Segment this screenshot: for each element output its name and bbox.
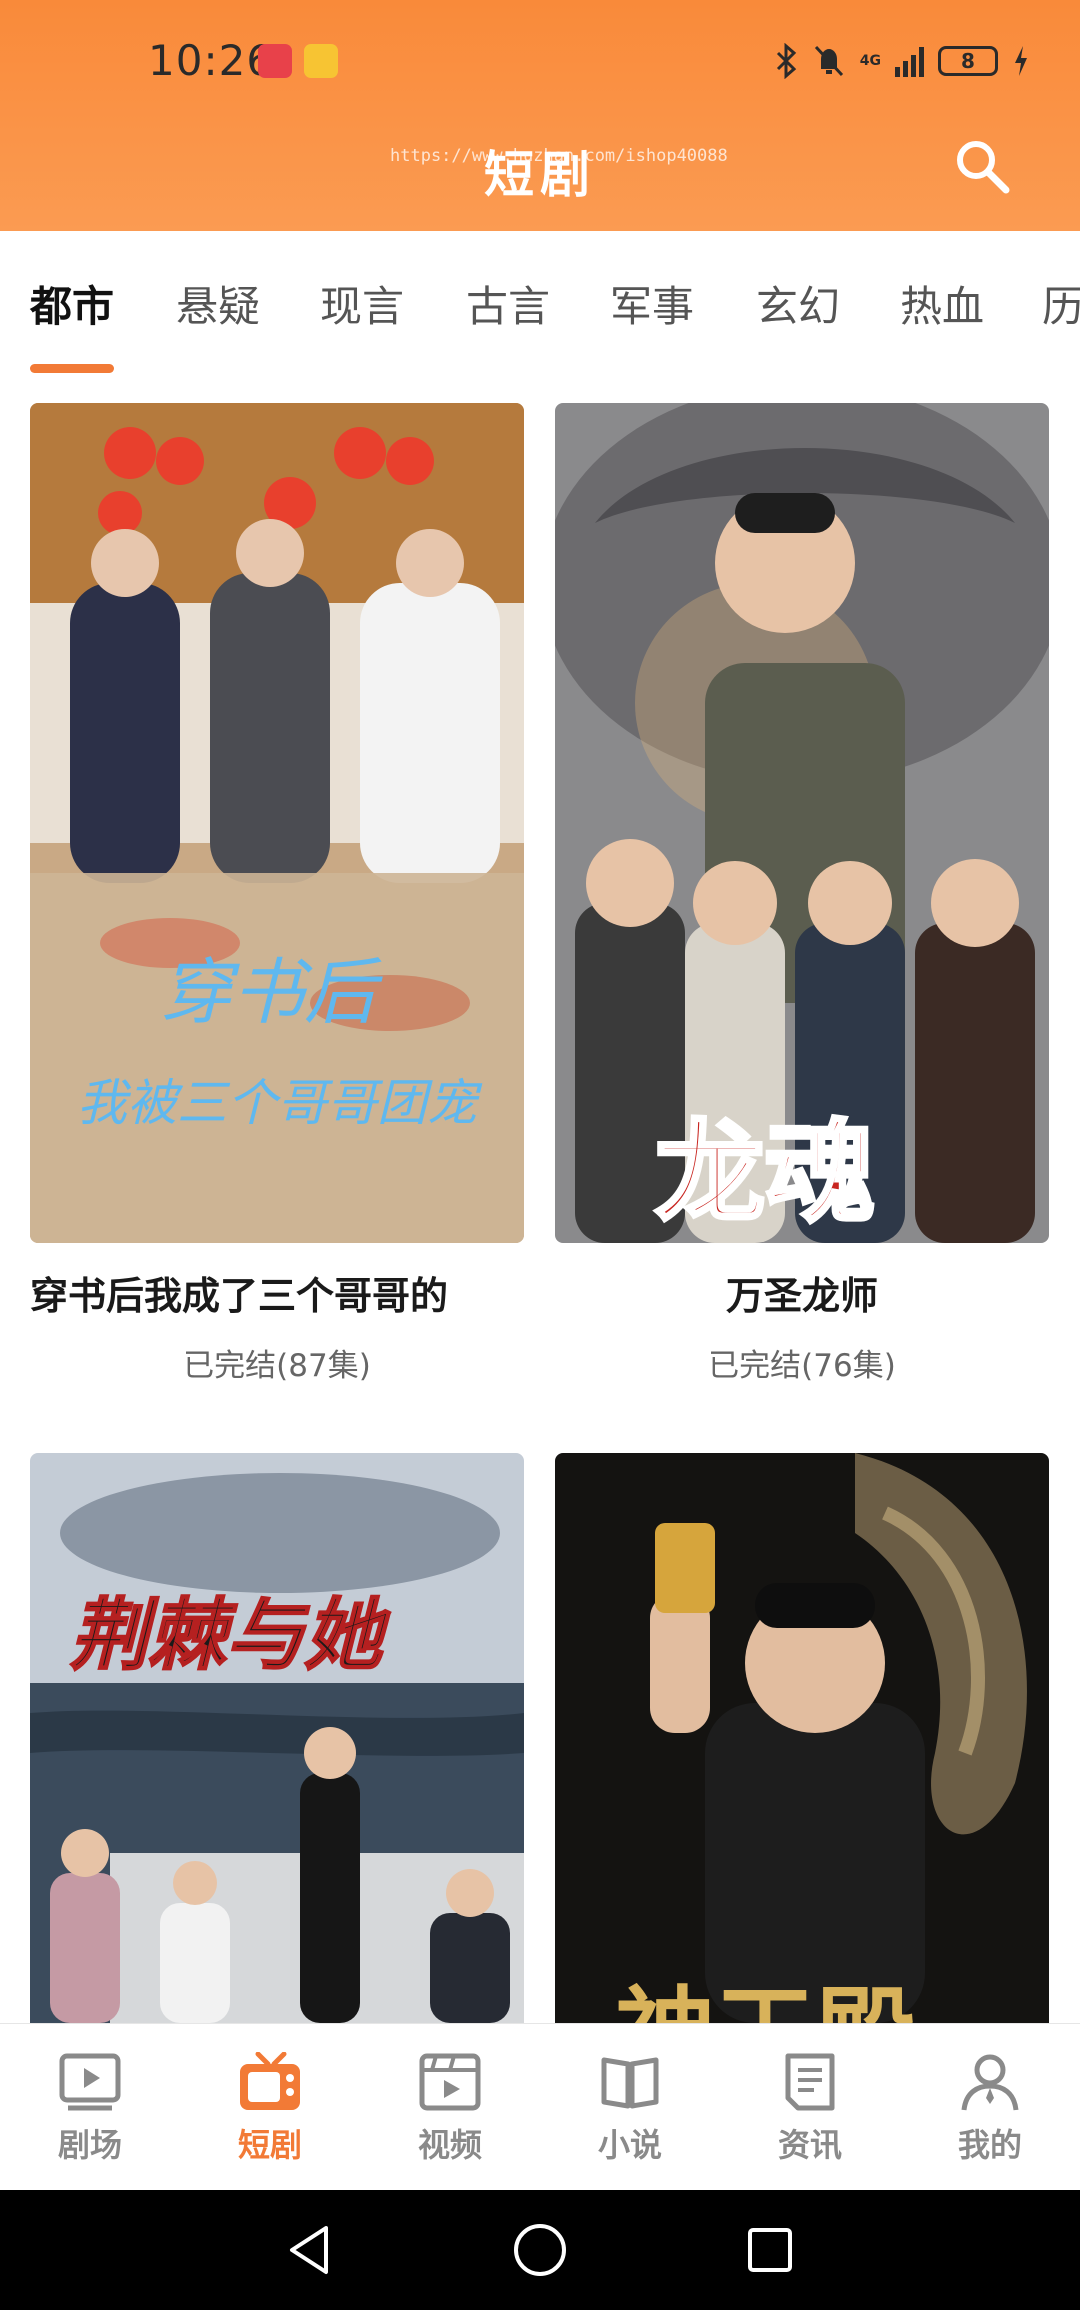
- drama-status: 已完结(76集): [708, 1348, 896, 1384]
- header: 10:26 4G 8 https://www.huzhan.com/ishop4…: [0, 0, 1080, 231]
- system-nav-bar: [0, 2190, 1080, 2310]
- nav-item-novel[interactable]: 小说: [570, 2052, 690, 2166]
- drama-poster[interactable]: 龙魂: [555, 403, 1049, 1243]
- battery-icon: 8: [938, 46, 998, 76]
- nav-label: 剧场: [57, 2126, 122, 2164]
- video-icon: [419, 2053, 481, 2111]
- tab-guyan[interactable]: 古言: [466, 273, 550, 334]
- back-icon[interactable]: [280, 2220, 340, 2280]
- tab-indicator: [30, 364, 114, 373]
- charging-icon: [1015, 46, 1027, 76]
- tv-icon: [240, 2052, 300, 2110]
- drama-card[interactable]: 穿书后 我被三个哥哥团宠 穿书后我成了三个哥哥的 已完结(87集): [30, 403, 524, 1385]
- nav-label: 小说: [597, 2126, 662, 2164]
- home-icon[interactable]: [510, 2220, 570, 2280]
- theater-icon: [59, 2053, 121, 2111]
- recents-icon[interactable]: [740, 2220, 800, 2280]
- tab-junshi[interactable]: 军事: [610, 273, 694, 334]
- nav-item-profile[interactable]: 我的: [930, 2052, 1050, 2166]
- mute-icon: [814, 45, 843, 77]
- poster-image: [555, 1453, 1049, 2023]
- nav-label: 视频: [417, 2126, 482, 2164]
- book-icon: [601, 2057, 659, 2109]
- drama-card[interactable]: 荆棘与她: [30, 1453, 524, 2023]
- nav-item-theater[interactable]: 剧场: [30, 2052, 150, 2166]
- search-icon[interactable]: [952, 136, 1012, 196]
- signal-icon: [895, 45, 924, 77]
- poster-title-text: 穿书后: [160, 950, 377, 1034]
- nav-item-short-drama[interactable]: 短剧: [210, 2052, 330, 2166]
- nav-item-news[interactable]: 资讯: [750, 2052, 870, 2166]
- poster-title-text: 神王殿: [615, 1953, 915, 2023]
- drama-poster[interactable]: 荆棘与她: [30, 1453, 524, 2023]
- drama-poster[interactable]: 神王殿: [555, 1453, 1049, 2023]
- status-time: 10:26: [148, 36, 275, 85]
- poster-image: [30, 1453, 524, 2023]
- drama-card[interactable]: 龙魂 万圣龙师 已完结(76集): [555, 403, 1049, 1385]
- poster-title-text: 荆棘与她: [69, 1589, 383, 1682]
- poster-title-text: 龙魂: [653, 1106, 877, 1239]
- tab-xianyan[interactable]: 现言: [320, 273, 404, 334]
- bottom-nav: 剧场 短剧 视频 小说 资讯 我的: [0, 2023, 1080, 2190]
- status-icons: 4G 8: [774, 38, 1030, 84]
- nav-label: 我的: [957, 2126, 1022, 2164]
- tab-dushi[interactable]: 都市: [30, 273, 114, 334]
- huawei-store-icon: [258, 44, 292, 78]
- nav-item-video[interactable]: 视频: [390, 2052, 510, 2166]
- category-tabs: 都市 悬疑 现言 古言 军事 玄幻 热血 历: [0, 231, 1080, 373]
- drama-card[interactable]: 神王殿: [555, 1453, 1049, 2023]
- weibo-icon: [304, 44, 338, 78]
- poster-subtitle-text: 我被三个哥哥团宠: [77, 1074, 477, 1132]
- drama-status: 已完结(87集): [183, 1348, 371, 1384]
- news-icon: [785, 2053, 835, 2111]
- bluetooth-icon: [776, 43, 796, 79]
- drama-title: 穿书后我成了三个哥哥的: [30, 1274, 449, 1318]
- tab-rexue[interactable]: 热血: [900, 273, 984, 334]
- tab-xuanyi[interactable]: 悬疑: [176, 273, 260, 334]
- page-title: 短剧: [484, 146, 596, 204]
- drama-title: 万圣龙师: [725, 1274, 878, 1318]
- drama-poster[interactable]: 穿书后 我被三个哥哥团宠: [30, 403, 524, 1243]
- tab-li[interactable]: 历: [1042, 273, 1080, 334]
- nav-label: 资讯: [777, 2126, 842, 2164]
- nav-label: 短剧: [237, 2126, 302, 2164]
- tab-xuanhuan[interactable]: 玄幻: [756, 273, 840, 334]
- network-type: 4G: [859, 53, 881, 69]
- profile-icon: [961, 2054, 1019, 2111]
